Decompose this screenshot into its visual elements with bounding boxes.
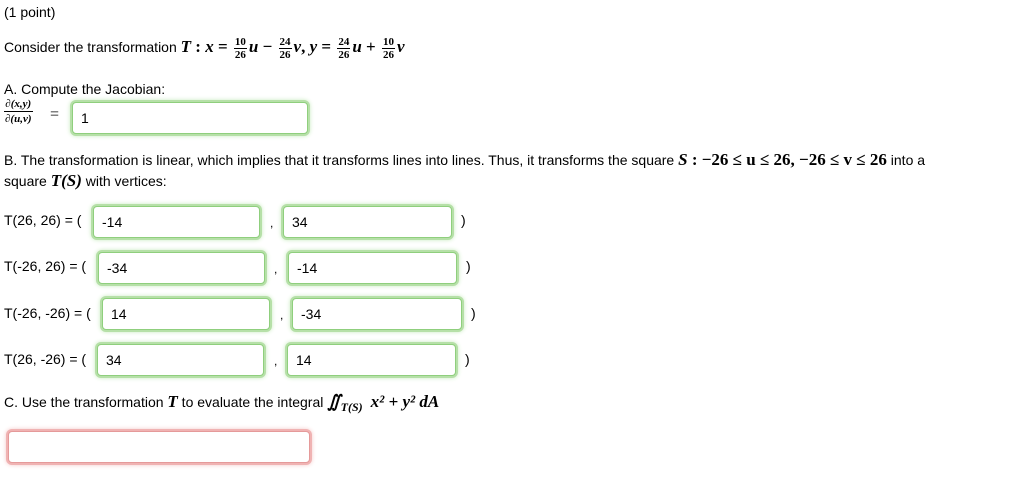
vertex-1-x-input[interactable]: -14 <box>93 206 260 238</box>
part-b-text-line2: square T(S) with vertices: <box>4 171 167 191</box>
vertex-label-4: T(26, -26) = ( <box>4 351 87 367</box>
part-b-text-b: into a <box>886 152 926 168</box>
math-eq-2: = <box>317 37 336 57</box>
math-sep: , <box>301 37 310 57</box>
vertex-3-close-paren: ) <box>471 305 476 321</box>
fraction-4-den: 26 <box>382 49 394 61</box>
jacobian-fraction: ∂(x,y) ∂(u,v) <box>4 97 33 126</box>
part-c-text-b: to evaluate the integral <box>177 394 328 410</box>
part-b-text-d: with vertices: <box>81 173 167 189</box>
math-colon: : <box>191 37 206 57</box>
math-S: S <box>678 150 688 169</box>
vertex-1-y-input[interactable]: 34 <box>283 206 452 238</box>
vertex-4-y-input[interactable]: 14 <box>287 344 456 376</box>
fraction-1-num: 10 <box>233 36 247 49</box>
vertex-3-y-input[interactable]: -34 <box>292 298 462 330</box>
math-T: T <box>180 37 192 57</box>
vertex-4-close-paren: ) <box>465 351 470 367</box>
fraction-4-num: 10 <box>381 36 395 49</box>
part-b-text-line1: B. The transformation is linear, which i… <box>4 150 925 170</box>
points-label: (1 point) <box>4 4 56 20</box>
jacobian-equals: = <box>50 106 60 123</box>
part-a-label: A. Compute the Jacobian: <box>4 81 166 97</box>
math-y: y <box>309 37 318 57</box>
fraction-3-den: 26 <box>338 49 350 61</box>
fraction-3: 24 26 <box>337 36 351 61</box>
vertex-3-x-input[interactable]: 14 <box>102 298 270 330</box>
vertex-label-2: T(-26, 26) = ( <box>4 258 87 274</box>
integral-symbol: ∬ <box>327 392 341 411</box>
fraction-2: 24 26 <box>278 36 292 61</box>
math-minus: − <box>258 37 277 57</box>
vertex-4-comma: , <box>274 354 278 368</box>
part-b-text-a: B. The transformation is linear, which i… <box>4 152 679 168</box>
vertex-2-close-paren: ) <box>466 258 471 274</box>
vertex-1-close-paren: ) <box>461 212 466 228</box>
vertex-2-x-input[interactable]: -34 <box>98 252 265 284</box>
fraction-2-den: 26 <box>279 49 291 61</box>
jacobian-answer-input[interactable]: 1 <box>72 102 308 134</box>
math-square-condition: : −26 ≤ u ≤ 26, −26 ≤ v ≤ 26 <box>687 150 887 169</box>
integrand: x² + y² dA <box>370 392 440 411</box>
vertex-label-1: T(26, 26) = ( <box>4 212 82 228</box>
vertex-3-comma: , <box>280 308 284 322</box>
fraction-1-den: 26 <box>234 49 246 61</box>
part-c-text: C. Use the transformation T to evaluate … <box>4 392 439 415</box>
jacobian-den: ∂(u,v) <box>5 113 32 125</box>
vertex-1-comma: , <box>270 216 274 230</box>
math-u: u <box>248 37 259 57</box>
math-T-c: T <box>167 392 178 411</box>
math-v: v <box>293 37 302 57</box>
vertex-2-comma: , <box>274 262 278 276</box>
math-eq: = <box>213 37 232 57</box>
integral-answer-input[interactable] <box>8 431 310 463</box>
math-u-2: u <box>352 37 362 57</box>
math-v-2: v <box>396 37 405 57</box>
fraction-2-num: 24 <box>278 36 292 49</box>
problem-statement: Consider the transformation T : x = 10 26… <box>4 36 405 61</box>
integral-region: T(S) <box>340 400 363 414</box>
math-plus: + <box>361 37 380 57</box>
math-x: x <box>205 37 214 57</box>
jacobian-num: ∂(x,y) <box>4 98 33 112</box>
vertex-4-x-input[interactable]: 34 <box>97 344 264 376</box>
part-c-text-a: C. Use the transformation <box>4 394 168 410</box>
fraction-1: 10 26 <box>233 36 247 61</box>
fraction-4: 10 26 <box>381 36 395 61</box>
math-TS: T(S) <box>50 171 82 190</box>
vertex-2-y-input[interactable]: -14 <box>288 252 457 284</box>
fraction-3-num: 24 <box>337 36 351 49</box>
intro-text: Consider the transformation <box>4 39 181 56</box>
part-b-text-c: square <box>4 173 51 189</box>
vertex-label-3: T(-26, -26) = ( <box>4 305 91 321</box>
